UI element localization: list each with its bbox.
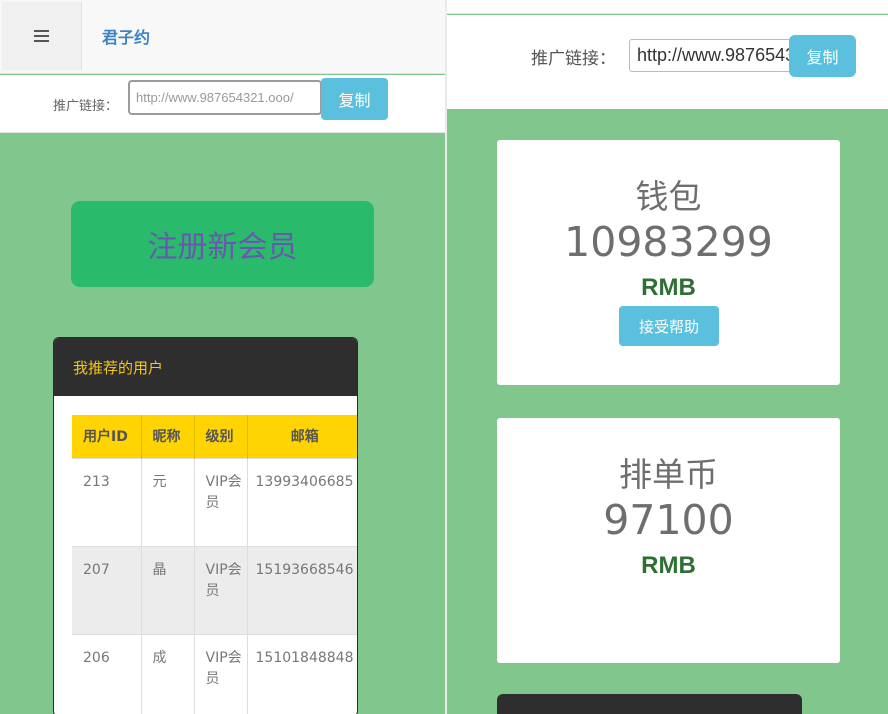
wallet-card: 钱包 10983299 RMB 接受帮助: [497, 140, 840, 385]
promo-link-input[interactable]: [128, 80, 322, 115]
cell-level: VIP会员: [194, 545, 248, 634]
column-header-email: 邮箱: [247, 415, 357, 458]
right-screen: 推广链接： 复制 钱包 10983299 RMB 接受帮助 排单币 97100 …: [447, 0, 888, 714]
column-header-user-id: 用户ID: [72, 415, 142, 458]
cell-email: 15193668546: [247, 545, 357, 634]
menu-toggle-button[interactable]: [2, 2, 82, 70]
queue-coin-card: 排单币 97100 RMB: [497, 418, 840, 663]
next-panel-header: [497, 694, 802, 714]
cell-user-id: 206: [72, 633, 142, 714]
promo-link-label: 推广链接：: [53, 99, 119, 114]
wallet-balance: 10983299: [564, 218, 773, 266]
referrals-table: 用户ID 昵称 级别 邮箱 213 元 VIP会员 13993406685 20…: [72, 415, 357, 714]
promo-link-label: 推广链接：: [531, 49, 616, 69]
cell-level: VIP会员: [194, 633, 248, 714]
cell-nickname: 元: [141, 457, 195, 546]
wallet-title: 钱包: [635, 177, 702, 216]
cell-nickname: 成: [141, 633, 195, 714]
wallet-currency: RMB: [641, 274, 696, 301]
referrals-title: 我推荐的用户: [54, 338, 357, 396]
table-row: 207 晶 VIP会员 15193668546: [72, 545, 357, 634]
cell-user-id: 213: [72, 457, 142, 546]
top-strip: [447, 0, 888, 14]
cell-nickname: 晶: [141, 545, 195, 634]
cell-level: VIP会员: [194, 457, 248, 546]
table-row: 206 成 VIP会员 15101848848: [72, 633, 357, 714]
referrals-panel: 我推荐的用户 用户ID 昵称 级别 邮箱 213 元 VIP会员 1399340…: [53, 337, 358, 714]
register-member-button[interactable]: 注册新会员: [71, 201, 374, 287]
accept-help-button[interactable]: 接受帮助: [619, 306, 719, 346]
column-header-nickname: 昵称: [141, 415, 195, 458]
copy-link-button[interactable]: 复制: [789, 35, 856, 77]
column-header-level: 级别: [194, 415, 248, 458]
copy-link-button[interactable]: 复制: [321, 78, 388, 120]
cell-email: 15101848848: [247, 633, 357, 714]
promo-link-input[interactable]: [629, 39, 801, 72]
table-row: 213 元 VIP会员 13993406685: [72, 457, 357, 546]
cell-user-id: 207: [72, 545, 142, 634]
cell-email: 13993406685: [247, 457, 357, 546]
queue-coin-balance: 97100: [603, 496, 734, 544]
hamburger-menu-icon: [34, 30, 49, 42]
queue-coin-currency: RMB: [641, 552, 696, 579]
top-navbar: 君子约: [0, 0, 446, 74]
brand-title[interactable]: 君子约: [102, 24, 150, 48]
left-screen: 君子约 推广链接： 复制 注册新会员 我推荐的用户 用户ID 昵称 级别 邮箱 …: [0, 0, 446, 714]
promo-link-bar: 推广链接： 复制: [447, 15, 888, 109]
queue-coin-title: 排单币: [619, 455, 718, 494]
table-header-row: 用户ID 昵称 级别 邮箱: [72, 415, 357, 458]
